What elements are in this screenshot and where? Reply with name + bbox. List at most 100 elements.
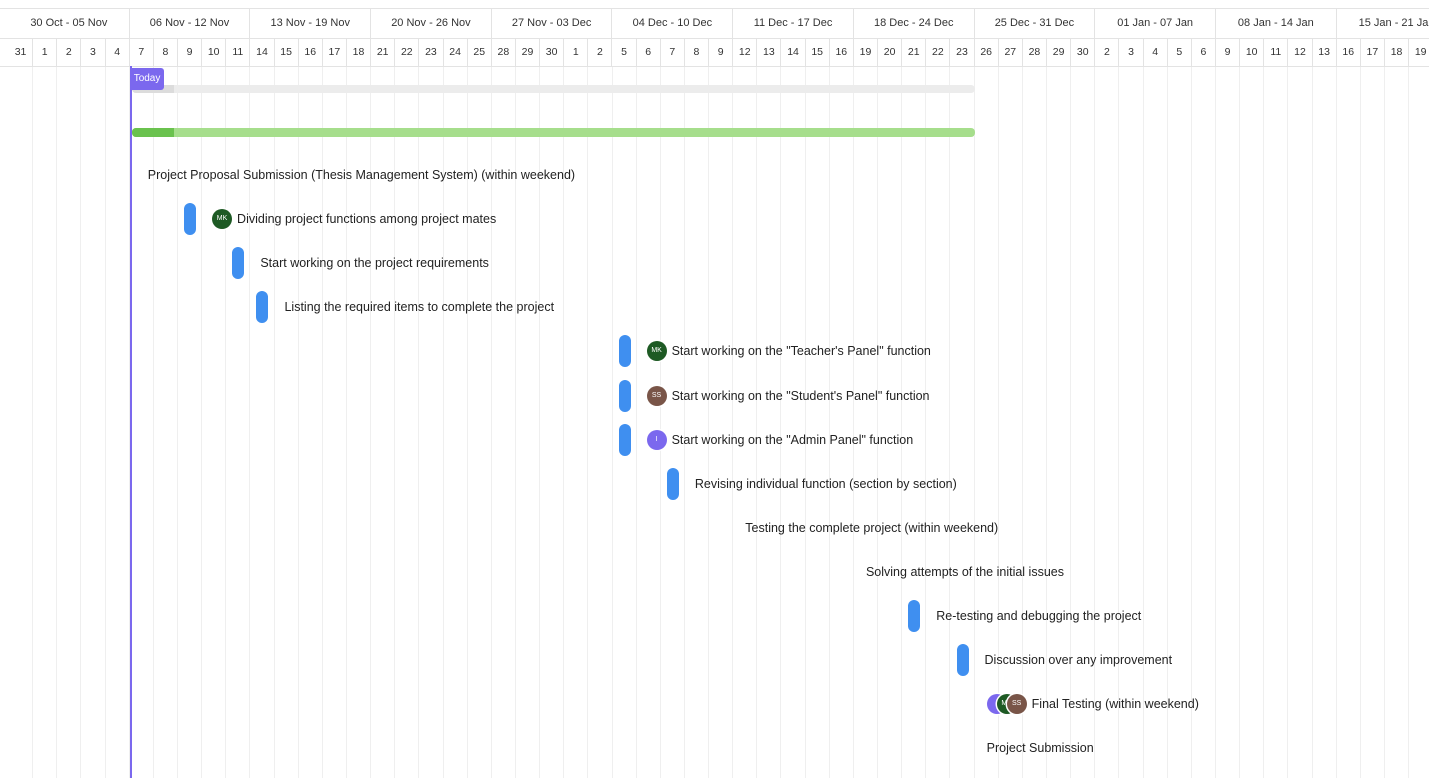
day-header-cell: 28: [492, 39, 516, 66]
task-bar[interactable]: [618, 423, 631, 456]
task-label[interactable]: Testing the complete project (within wee…: [745, 519, 998, 537]
task-bar[interactable]: [256, 291, 269, 324]
task-label[interactable]: Start working on the "Student's Panel" f…: [672, 387, 930, 405]
task-bar[interactable]: [666, 467, 679, 500]
day-gridline: [901, 67, 903, 778]
day-header-cell: 17: [1361, 39, 1385, 66]
day-header-cell: 24: [444, 39, 468, 66]
day-gridline: [1311, 67, 1313, 778]
day-gridline: [1190, 67, 1192, 778]
week-header-cell: 06 Nov - 12 Nov: [130, 9, 251, 38]
day-header-cell: 11: [1264, 39, 1289, 66]
task-label[interactable]: Start working on the "Teacher's Panel" f…: [672, 342, 931, 360]
task-bar[interactable]: [184, 203, 197, 236]
day-header-cell: 9: [178, 39, 203, 66]
task-label[interactable]: Final Testing (within weekend): [1032, 695, 1199, 713]
today-marker-line: [129, 66, 132, 778]
day-header-cell: 5: [1168, 39, 1192, 66]
day-header-cell: 7: [661, 39, 685, 66]
day-header-cell: 5: [613, 39, 637, 66]
day-header-cell: 1: [33, 39, 58, 66]
task-label[interactable]: Project Submission: [987, 739, 1094, 757]
day-header-cell: 7: [130, 39, 154, 66]
task-label[interactable]: Listing the required items to complete t…: [284, 298, 554, 316]
week-header-cell: 13 Nov - 19 Nov: [250, 9, 372, 38]
day-header-cell: 21: [902, 39, 927, 66]
day-header-cell: 27: [999, 39, 1023, 66]
task-label[interactable]: Start working on the project requirement…: [260, 254, 489, 272]
day-header-cell: 13: [1313, 39, 1337, 66]
assignee-avatar[interactable]: SS: [646, 385, 667, 406]
day-header-cell: 22: [926, 39, 951, 66]
week-header-cell: 25 Dec - 31 Dec: [975, 9, 1096, 38]
day-header-cell: 14: [250, 39, 275, 66]
task-label[interactable]: Solving attempts of the initial issues: [866, 563, 1064, 581]
task-label[interactable]: Revising individual function (section by…: [695, 475, 957, 493]
day-gridline: [1215, 67, 1216, 778]
task-label[interactable]: Re-testing and debugging the project: [936, 607, 1141, 625]
task-label[interactable]: Project Proposal Submission (Thesis Mana…: [148, 166, 575, 184]
day-header-cell: 31: [9, 39, 34, 66]
day-gridline: [1142, 67, 1144, 778]
day-gridline: [659, 67, 661, 778]
day-header-cell: 30: [1071, 39, 1096, 66]
day-gridline: [973, 67, 975, 778]
day-gridline: [1166, 67, 1168, 778]
day-header-cell: 6: [637, 39, 661, 66]
day-gridline: [1359, 67, 1361, 778]
summary-gray-track[interactable]: [131, 85, 975, 93]
assignee-avatar[interactable]: SS: [1006, 694, 1027, 715]
day-header-cell: 26: [975, 39, 999, 66]
day-header-cell: 6: [1192, 39, 1216, 66]
day-gridline: [1408, 67, 1410, 778]
task-bar[interactable]: [618, 379, 631, 412]
day-header-cell: 2: [1095, 39, 1120, 66]
day-header-cell: 3: [81, 39, 106, 66]
day-header-cell: 11: [226, 39, 251, 66]
assignee-avatar[interactable]: MK: [646, 341, 667, 362]
day-header-cell: 2: [588, 39, 613, 66]
day-header-cell: 1: [564, 39, 589, 66]
day-header-cell: 13: [757, 39, 782, 66]
task-label[interactable]: Dividing project functions among project…: [237, 210, 496, 228]
day-gridline: [780, 67, 782, 778]
task-bar[interactable]: [956, 644, 969, 677]
day-gridline: [852, 67, 854, 778]
week-header-cell: 11 Dec - 17 Dec: [733, 9, 854, 38]
day-header-cell: 21: [371, 39, 396, 66]
assignee-avatar[interactable]: I: [646, 429, 667, 450]
week-header-cell: 15 Jan - 21 Jan: [1337, 9, 1429, 38]
day-gridline: [80, 67, 82, 778]
day-gridline: [587, 67, 589, 778]
day-header-cell: 12: [1288, 39, 1313, 66]
day-header-cell: 9: [709, 39, 734, 66]
day-gridline: [1239, 67, 1241, 778]
day-gridline: [949, 67, 951, 778]
day-gridline: [1094, 67, 1096, 778]
day-gridline: [683, 67, 685, 778]
task-label[interactable]: Start working on the "Admin Panel" funct…: [672, 431, 914, 449]
week-header-cell: 27 Nov - 03 Dec: [492, 9, 613, 38]
task-bar[interactable]: [618, 335, 631, 368]
summary-green-bar[interactable]: [131, 128, 975, 137]
week-header-cell: 20 Nov - 26 Nov: [371, 9, 492, 38]
day-header-cell: 22: [395, 39, 420, 66]
day-header-cell: 28: [1023, 39, 1047, 66]
task-bar[interactable]: [908, 600, 921, 632]
day-gridline: [1335, 67, 1337, 778]
day-header-cell: 20: [878, 39, 903, 66]
task-label[interactable]: Discussion over any improvement: [985, 651, 1173, 669]
task-bar[interactable]: [232, 247, 245, 280]
day-header-cell: 3: [1119, 39, 1144, 66]
day-header-cell: 8: [154, 39, 178, 66]
day-gridline: [732, 67, 734, 778]
day-header-cell: 18: [1385, 39, 1410, 66]
day-header-cell: 17: [323, 39, 347, 66]
day-header-cell: 10: [202, 39, 227, 66]
day-header-cell: 4: [106, 39, 130, 66]
day-header-cell: 23: [419, 39, 444, 66]
today-badge[interactable]: Today: [129, 68, 165, 90]
assignee-avatar[interactable]: MK: [212, 209, 233, 230]
day-gridline: [828, 67, 830, 778]
day-gridline: [756, 67, 758, 778]
